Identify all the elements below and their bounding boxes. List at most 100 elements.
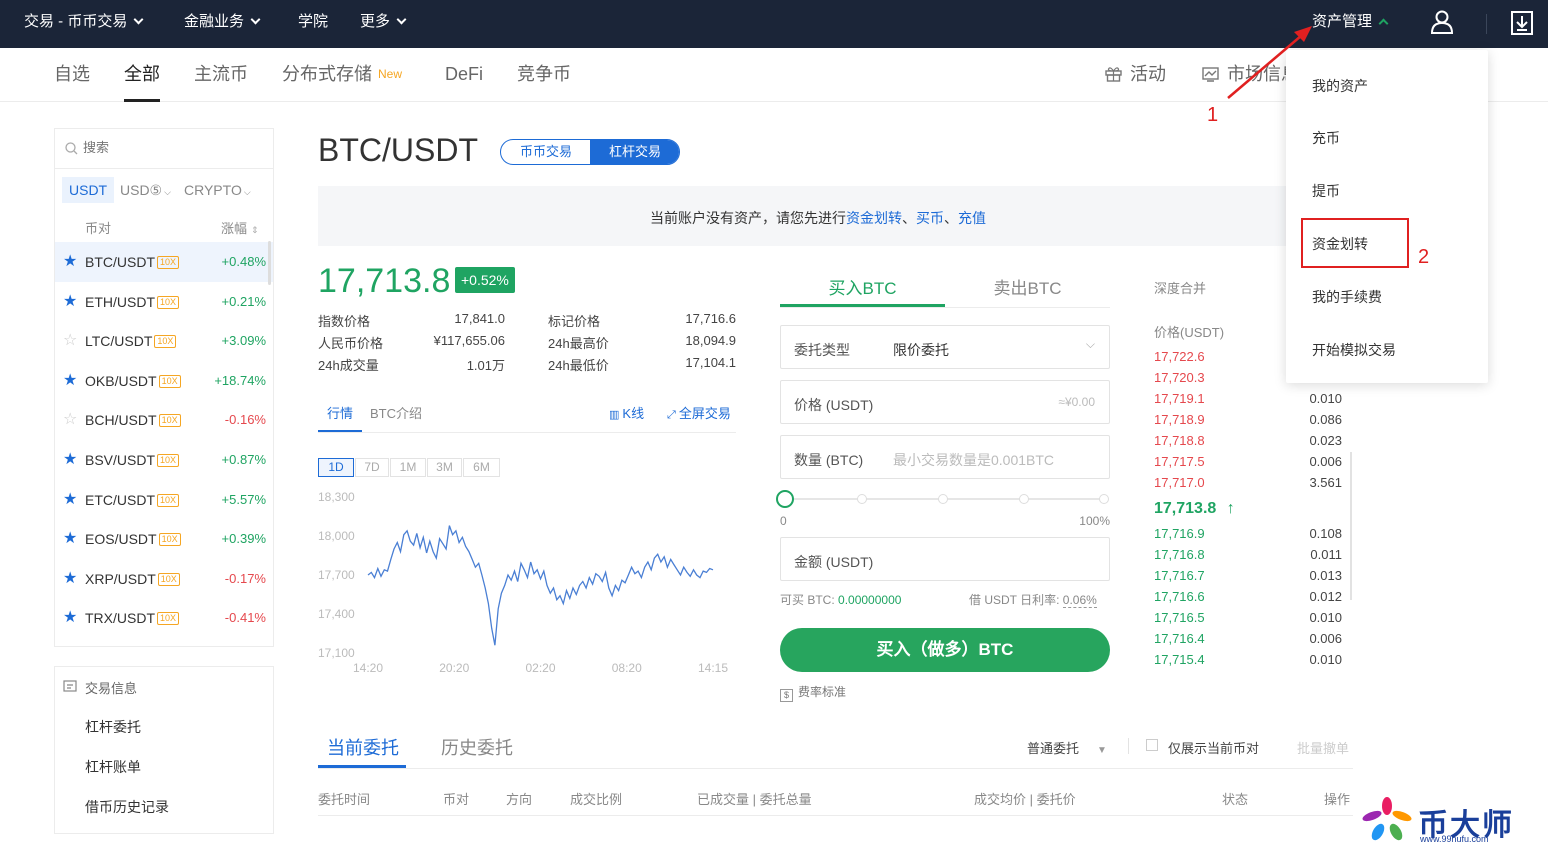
last-price: 17,713.8 — [318, 262, 451, 300]
menu-deposit[interactable]: 充币 — [1312, 128, 1340, 148]
tab-order-history[interactable]: 历史委托 — [441, 734, 513, 760]
star-icon[interactable]: ★ — [63, 570, 77, 587]
mode-spot[interactable]: 币币交易 — [501, 140, 591, 164]
search-input[interactable] — [83, 140, 253, 155]
price-input[interactable]: 价格 (USDT) ≈¥0.00 — [780, 380, 1110, 424]
batch-cancel-button[interactable]: 批量撤单 — [1297, 738, 1349, 757]
range-button[interactable]: 7D — [355, 458, 389, 477]
bid-amount: 0.011 — [1310, 547, 1342, 562]
menu-withdraw[interactable]: 提币 — [1312, 181, 1340, 201]
tab-defi[interactable]: DeFi — [445, 48, 483, 102]
tab-buy[interactable]: 买入BTC — [780, 274, 945, 299]
star-icon[interactable]: ☆ — [63, 333, 77, 349]
star-icon[interactable]: ★ — [63, 254, 77, 270]
pair-row[interactable]: ☆ LTC/USDT 10X +3.09% — [55, 321, 273, 361]
kline-icon: ▥ — [609, 409, 620, 421]
slider-mark — [857, 494, 867, 504]
pair-row[interactable]: ★ ETH/USDT 10X +0.21% — [55, 282, 273, 322]
buy-button[interactable]: 买入（做多）BTC — [780, 628, 1110, 672]
pair-change: +5.57% — [221, 491, 266, 507]
nav-finance[interactable]: 金融业务 — [184, 0, 261, 48]
star-icon[interactable]: ★ — [63, 491, 77, 508]
amount-label: 金额 (USDT) — [794, 554, 874, 570]
nav-trade[interactable]: 交易 - 币币交易 — [24, 0, 144, 48]
download-icon[interactable] — [1511, 11, 1533, 35]
order-type-filter[interactable]: 普通委托 ▼ — [1027, 738, 1107, 757]
pair-row[interactable]: ★ OKB/USDT 10X +18.74% — [55, 361, 273, 401]
star-icon[interactable]: ☆ — [63, 412, 77, 428]
pair-name: BSV/USDT 10X — [85, 452, 180, 468]
tab-all[interactable]: 全部 — [124, 48, 160, 102]
nav-trade-label: 交易 - 币币交易 — [24, 13, 128, 30]
tab-mainstream[interactable]: 主流币 — [194, 48, 248, 102]
pair-title: BTC/USDT — [318, 132, 478, 168]
col-change[interactable]: 涨幅 ⇕ — [221, 218, 259, 237]
ask-price: 17,717.5 — [1154, 454, 1205, 469]
transfer-link[interactable]: 资金划转 — [846, 210, 902, 226]
trade-info-title: 交易信息 — [85, 681, 138, 696]
range-button[interactable]: 6M — [463, 458, 500, 477]
quote-tab-usdt[interactable]: USDT — [62, 177, 115, 203]
divider — [318, 432, 736, 433]
pair-row[interactable]: ★ XRP/USDT 10X -0.17% — [55, 559, 273, 599]
star-icon[interactable]: ★ — [63, 372, 77, 389]
col-change-label: 涨幅 — [221, 221, 248, 236]
amount-input[interactable]: 金额 (USDT) — [780, 537, 1110, 581]
quantity-input[interactable]: 数量 (BTC) 最小交易数量是0.001BTC — [780, 435, 1110, 479]
tab-storage[interactable]: 分布式存储 New — [282, 48, 402, 102]
tab-market[interactable]: 行情 — [327, 403, 353, 422]
margin-bills-link[interactable]: 杠杆账单 — [85, 757, 141, 777]
pair-row[interactable]: ★ ETC/USDT 10X +5.57% — [55, 480, 273, 520]
nav-asset-management[interactable]: 资产管理 — [1312, 0, 1389, 48]
asset-banner: 当前账户没有资产，请您先进行资金划转、买币、充值 — [318, 186, 1353, 246]
new-badge: New — [378, 67, 403, 81]
borrow-history-link[interactable]: 借币历史记录 — [85, 797, 169, 817]
pair-row[interactable]: ★ TRX/USDT 10X -0.41% — [55, 598, 273, 638]
ask-amount: 0.006 — [1309, 454, 1342, 469]
nav-more-label: 更多 — [360, 13, 391, 30]
menu-demo-trading[interactable]: 开始模拟交易 — [1312, 340, 1396, 360]
stat-value: 18,094.9 — [685, 333, 736, 348]
order-type-select[interactable]: 委托类型 限价委托 ⌵ — [780, 325, 1110, 369]
tab-current-orders[interactable]: 当前委托 — [327, 734, 399, 760]
range-button[interactable]: 3M — [427, 458, 462, 477]
activity-link[interactable]: 活动 — [1105, 48, 1166, 102]
tab-competitors[interactable]: 竞争币 — [517, 48, 571, 102]
pair-row[interactable]: ★ BSV/USDT 10X +0.87% — [55, 440, 273, 480]
star-icon[interactable]: ★ — [63, 452, 77, 468]
star-icon[interactable]: ★ — [63, 293, 77, 310]
star-icon[interactable]: ★ — [63, 531, 77, 547]
user-icon[interactable] — [1431, 10, 1453, 34]
nav-academy[interactable]: 学院 — [298, 0, 328, 48]
last-price-text: 17,713.8 — [1154, 500, 1217, 517]
range-button[interactable]: 1M — [390, 458, 426, 477]
margin-orders-link[interactable]: 杠杆委托 — [85, 717, 141, 737]
pair-row[interactable]: ☆ BCH/USDT 10X -0.16% — [55, 400, 273, 440]
quote-tab-crypto[interactable]: CRYPTO ⌵ — [177, 177, 258, 203]
ask-amount: 0.023 — [1309, 433, 1342, 448]
deposit-link[interactable]: 充值 — [958, 210, 986, 226]
only-current-checkbox[interactable] — [1146, 739, 1158, 751]
slider-handle[interactable] — [776, 490, 794, 508]
nav-more[interactable]: 更多 — [360, 0, 407, 48]
mode-margin[interactable]: 杠杆交易 — [590, 140, 679, 164]
pair-row[interactable]: ★ EOS/USDT 10X +0.39% — [55, 519, 273, 559]
depth-merge[interactable]: 深度合并 — [1154, 278, 1206, 297]
quote-tab-usd[interactable]: USD⑤ ⌵ — [113, 177, 178, 203]
menu-my-assets[interactable]: 我的资产 — [1312, 76, 1368, 96]
pair-name: TRX/USDT 10X — [85, 610, 180, 626]
tab-favorites[interactable]: 自选 — [54, 48, 90, 102]
menu-my-fees[interactable]: 我的手续费 — [1312, 287, 1382, 307]
kline-link[interactable]: ▥ K线 — [609, 403, 644, 422]
fullscreen-link[interactable]: ⤢ 全屏交易 — [667, 403, 731, 422]
buy-crypto-link[interactable]: 买币 — [916, 210, 944, 226]
star-icon[interactable]: ★ — [63, 610, 77, 626]
orderbook-scrollbar[interactable] — [1350, 452, 1352, 600]
fee-link[interactable]: $ 费率标准 — [780, 683, 846, 702]
range-button[interactable]: 1D — [318, 458, 354, 477]
pair-row[interactable]: ★ BTC/USDT 10X +0.48% — [55, 242, 273, 282]
tab-btc-intro[interactable]: BTC介绍 — [370, 403, 422, 422]
stat-label: 人民币价格 — [318, 336, 384, 351]
scrollbar-thumb[interactable] — [268, 241, 271, 285]
tab-sell[interactable]: 卖出BTC — [945, 274, 1110, 299]
